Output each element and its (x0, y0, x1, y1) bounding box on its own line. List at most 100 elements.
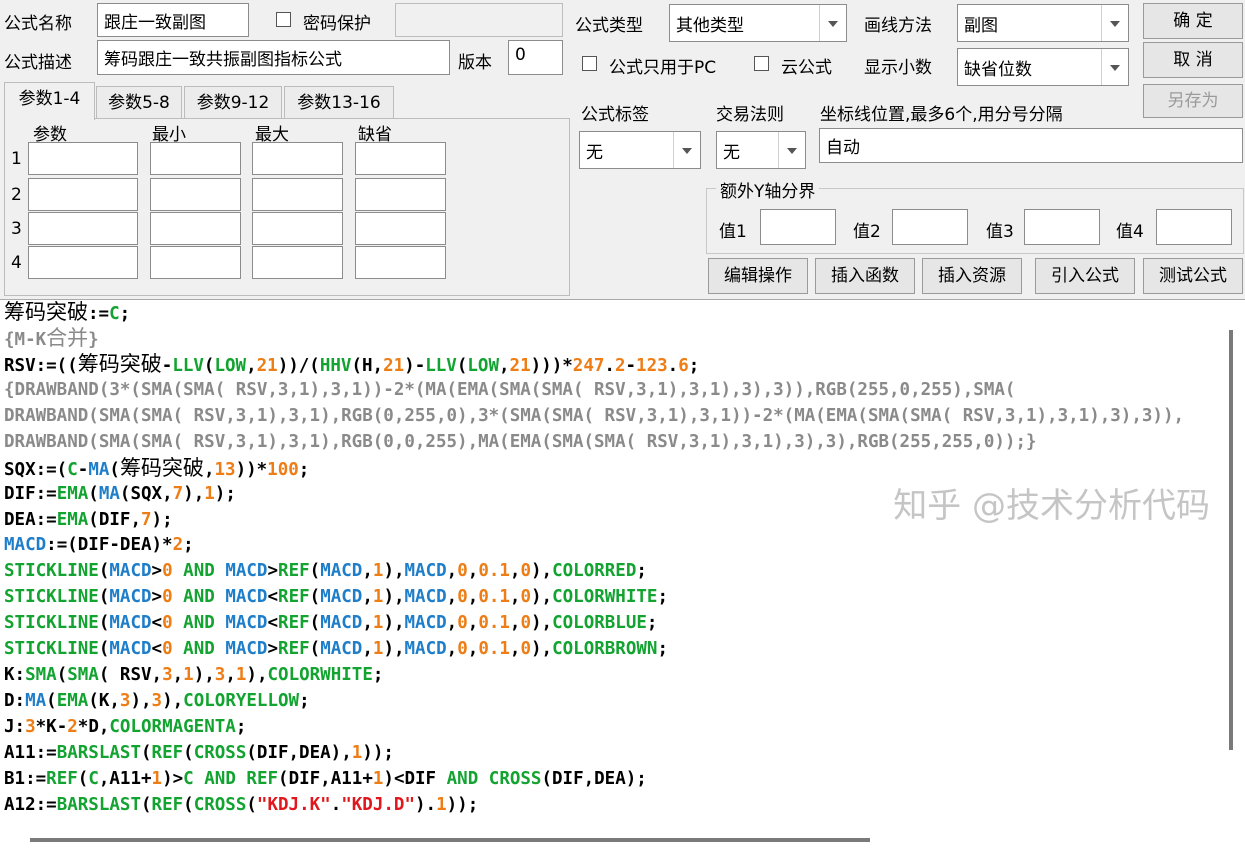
param4-name-input[interactable] (28, 246, 138, 279)
chevron-down-icon[interactable] (1101, 49, 1128, 85)
tab-params-5-8[interactable]: 参数5-8 (96, 86, 182, 118)
code-token: LOW (467, 355, 499, 376)
code-line[interactable]: MACD:=(DIF-DEA)*2; (4, 533, 1221, 559)
code-token: 1 (436, 794, 447, 815)
code-line[interactable]: RSV:=((筹码突破-LLV(LOW,21))/(HHV(H,21)-LLV(… (4, 352, 1221, 378)
code-line[interactable]: K:SMA(SMA( RSV,3,1),3,1),COLORWHITE; (4, 663, 1221, 689)
test-formula-button[interactable]: 测试公式 (1143, 258, 1243, 294)
param2-max-input[interactable] (252, 178, 343, 211)
param3-max-input[interactable] (252, 212, 343, 245)
param3-name-input[interactable] (28, 212, 138, 245)
chevron-down-icon[interactable] (778, 132, 805, 168)
ok-button[interactable]: 确 定 (1143, 3, 1243, 39)
code-token: ); (214, 483, 236, 504)
y-axis-group-title: 额外Y轴分界 (716, 177, 820, 202)
password-checkbox[interactable] (276, 12, 291, 27)
param1-max-input[interactable] (252, 142, 343, 175)
param4-max-input[interactable] (252, 246, 343, 279)
insert-function-button[interactable]: 插入函数 (815, 258, 915, 294)
code-token: , (467, 561, 479, 582)
import-formula-button[interactable]: 引入公式 (1035, 258, 1135, 294)
decimal-select[interactable]: 缺省位数 (957, 48, 1129, 86)
code-token: ,A11+ (98, 768, 152, 789)
param2-min-input[interactable] (150, 178, 241, 211)
param4-default-input[interactable] (355, 246, 446, 279)
code-line[interactable]: STICKLINE(MACD<0 AND MACD<REF(MACD,1),MA… (4, 611, 1221, 637)
code-token: ( (77, 768, 89, 789)
code-token: ( (183, 794, 194, 815)
cloud-checkbox[interactable] (754, 56, 769, 71)
code-line[interactable]: A11:=BARSLAST(REF(CROSS(DIF,DEA),1)); (4, 741, 1221, 767)
param2-default-input[interactable] (355, 178, 446, 211)
password-input[interactable] (395, 3, 563, 37)
horizontal-scroll-thumb[interactable] (30, 838, 870, 842)
param3-min-input[interactable] (150, 212, 241, 245)
code-line[interactable]: J:3*K-2*D,COLORMAGENTA; (4, 715, 1221, 741)
param2-name-input[interactable] (28, 178, 138, 211)
tab-params-13-16[interactable]: 参数13-16 (284, 86, 394, 118)
code-token: LOW (214, 355, 247, 376)
vertical-scrollbar[interactable] (1223, 300, 1245, 828)
code-token: 0.1 (478, 613, 510, 634)
code-line[interactable]: D:MA(EMA(K,3),3),COLORYELLOW; (4, 689, 1221, 715)
code-token: , (203, 459, 215, 480)
code-token: , (225, 665, 236, 686)
y-value-2-input[interactable] (892, 209, 968, 245)
tab-params-9-12[interactable]: 参数9-12 (184, 86, 282, 118)
param4-min-input[interactable] (150, 246, 241, 279)
coord-line-input[interactable]: 自动 (819, 128, 1243, 163)
draw-method-select[interactable]: 副图 (957, 4, 1129, 42)
chevron-down-icon[interactable] (1101, 5, 1128, 41)
param3-default-input[interactable] (355, 212, 446, 245)
code-line[interactable]: 筹码突破:=C; (4, 300, 1221, 326)
code-line[interactable]: DRAWBAND(SMA(SMA( RSV,3,1),3,1),RGB(0,25… (4, 404, 1221, 430)
code-token: , (246, 355, 257, 376)
code-token: 21 (509, 355, 531, 376)
code-line[interactable]: STICKLINE(MACD>0 AND MACD>REF(MACD,1),MA… (4, 559, 1221, 585)
param1-name-input[interactable] (28, 142, 138, 175)
code-lines[interactable]: 筹码突破:=C; {M-K合并} RSV:=((筹码突破-LLV(LOW,21))/… (4, 300, 1221, 819)
formula-type-select[interactable]: 其他类型 (669, 4, 847, 42)
code-line[interactable]: {DRAWBAND(3*(SMA(SMA( RSV,3,1),3,1))-2*(… (4, 378, 1221, 404)
param1-default-input[interactable] (355, 142, 446, 175)
code-token: C (88, 768, 99, 789)
code-line[interactable]: STICKLINE(MACD>0 AND MACD<REF(MACD,1),MA… (4, 585, 1221, 611)
code-line[interactable]: A12:=BARSLAST(REF(CROSS("KDJ.K"."KDJ.D")… (4, 793, 1221, 819)
code-token: ( (98, 613, 110, 634)
pc-only-checkbox[interactable] (582, 56, 597, 71)
tab-params-1-4[interactable]: 参数1-4 (4, 82, 95, 120)
code-token: ), (531, 587, 553, 608)
param1-min-input[interactable] (150, 142, 241, 175)
edit-ops-button[interactable]: 编辑操作 (708, 258, 808, 294)
chevron-down-icon[interactable] (819, 5, 846, 41)
code-line[interactable]: STICKLINE(MACD<0 AND MACD>REF(MACD,1),MA… (4, 637, 1221, 663)
code-token: < (151, 613, 163, 634)
trade-rule-select[interactable]: 无 (716, 131, 806, 169)
code-line[interactable]: DRAWBAND(SMA(SMA( RSV,3,1),3,1),RGB(0,0,… (4, 430, 1221, 456)
code-token: 0 (162, 613, 173, 634)
version-input[interactable]: 0 (508, 40, 563, 75)
code-line[interactable]: {M-K合并} (4, 326, 1221, 352)
vertical-scroll-thumb[interactable] (1229, 330, 1233, 750)
y-value-3-input[interactable] (1024, 209, 1100, 245)
code-line[interactable]: B1:=REF(C,A11+1)>C AND REF(DIF,A11+1)<DI… (4, 767, 1221, 793)
y-value-4-input[interactable] (1156, 209, 1232, 245)
cancel-button[interactable]: 取 消 (1143, 42, 1243, 78)
code-token: , (509, 639, 521, 660)
code-token: , (499, 355, 510, 376)
horizontal-scrollbar[interactable] (0, 828, 1245, 850)
code-token: ( (98, 561, 110, 582)
code-token: (DIF, (88, 509, 141, 530)
chevron-down-icon[interactable] (673, 132, 700, 168)
insert-resource-button[interactable]: 插入资源 (922, 258, 1022, 294)
tag-select[interactable]: 无 (579, 131, 701, 169)
code-token: (DIF,A11+ (278, 768, 373, 789)
formula-name-input[interactable]: 跟庄一致副图 (97, 3, 249, 37)
save-as-button[interactable]: 另存为 (1143, 84, 1243, 118)
formula-desc-input[interactable]: 筹码跟庄一致共振副图指标公式 (97, 40, 450, 75)
code-token: 3 (214, 665, 226, 686)
code-editor[interactable]: 筹码突破:=C; {M-K合并} RSV:=((筹码突破-LLV(LOW,21))/… (0, 299, 1245, 850)
code-token: ; (299, 691, 310, 712)
y-value-1-input[interactable] (760, 209, 836, 245)
